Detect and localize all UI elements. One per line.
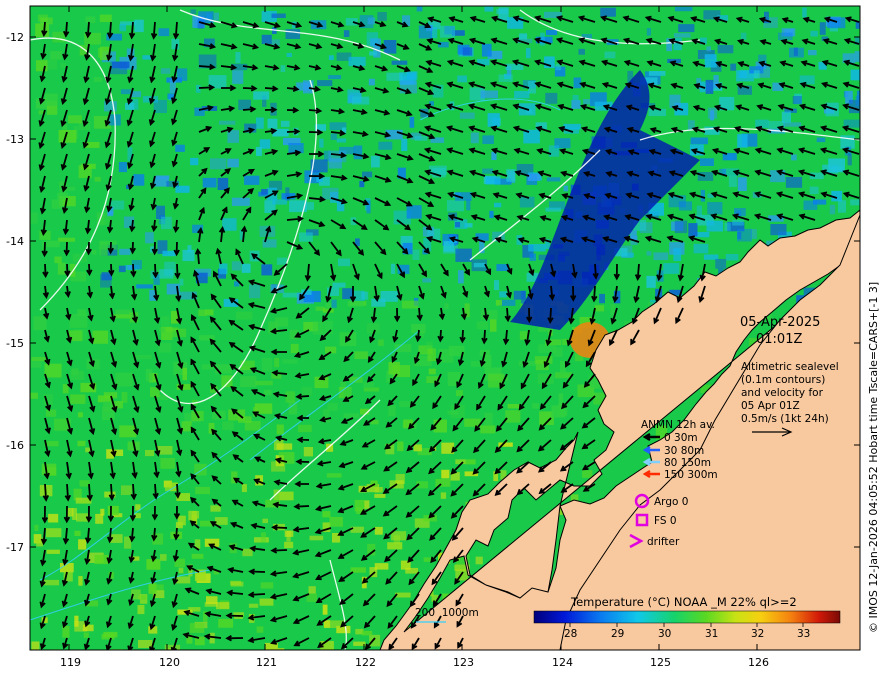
colorbar-tick-label: 31 [705, 628, 718, 640]
alt-desc-line: 05 Apr 01Z [741, 400, 800, 412]
colorbar-tick-label: 29 [611, 628, 624, 640]
plot-area [30, 6, 860, 650]
anmn-item-label: 0 30m [664, 432, 698, 444]
lat-tick-label: -14 [6, 235, 24, 248]
anmn-title: ANMN 12h av. [641, 419, 715, 431]
fs-label: FS 0 [654, 515, 677, 527]
lat-tick-label: -12 [6, 31, 24, 44]
lat-tick-label: -16 [6, 439, 24, 452]
alt-desc-line: (0.1m contours) [741, 374, 825, 386]
map-date: 05-Apr-2025 [740, 315, 820, 330]
lon-tick-label: 119 [60, 656, 81, 669]
argo-label: Argo 0 [654, 496, 688, 508]
lat-tick-label: -15 [6, 337, 24, 350]
anmn-item-label: 30 80m [664, 445, 704, 457]
lon-tick-label: 122 [355, 656, 376, 669]
lon-tick-label: 125 [650, 656, 671, 669]
latitude-axis: -12 -13 -14 -15 -16 -17 [6, 31, 24, 554]
map-time: 01:01Z [756, 332, 802, 347]
longitude-axis: 119 120 121 122 123 124 125 126 [60, 656, 769, 669]
colorbar-tick-label: 28 [564, 628, 577, 640]
lat-tick-label: -13 [6, 133, 24, 146]
isobath-legend-label: 200 1000m [415, 607, 479, 619]
alt-desc-line: 0.5m/s (1kt 24h) [741, 413, 829, 425]
anmn-item-label: 80 150m [664, 457, 711, 469]
sst-map: -12 -13 -14 -15 -16 -17 119 120 121 122 … [6, 5, 880, 669]
credit-text: © IMOS 12-Jan-2026 04:05:52 Hobart time … [867, 282, 880, 633]
lon-tick-label: 126 [748, 656, 769, 669]
lon-tick-label: 123 [453, 656, 474, 669]
alt-desc-line: Altimetric sealevel [741, 361, 839, 373]
colorbar-tick-label: 30 [658, 628, 671, 640]
colorbar-ramp [533, 610, 841, 624]
colorbar-tick-label: 33 [797, 628, 810, 640]
anmn-item-label: 150 300m [664, 469, 718, 481]
colorbar-tick-label: 32 [751, 628, 764, 640]
lat-tick-label: -17 [6, 541, 24, 554]
colorbar-title: Temperature (°C) NOAA _M 22% ql>=2 [570, 595, 797, 609]
lon-tick-label: 120 [159, 656, 180, 669]
drifter-label: drifter [647, 536, 680, 548]
lon-tick-label: 124 [552, 656, 573, 669]
lon-tick-label: 121 [256, 656, 277, 669]
alt-desc-line: and velocity for [741, 387, 824, 399]
